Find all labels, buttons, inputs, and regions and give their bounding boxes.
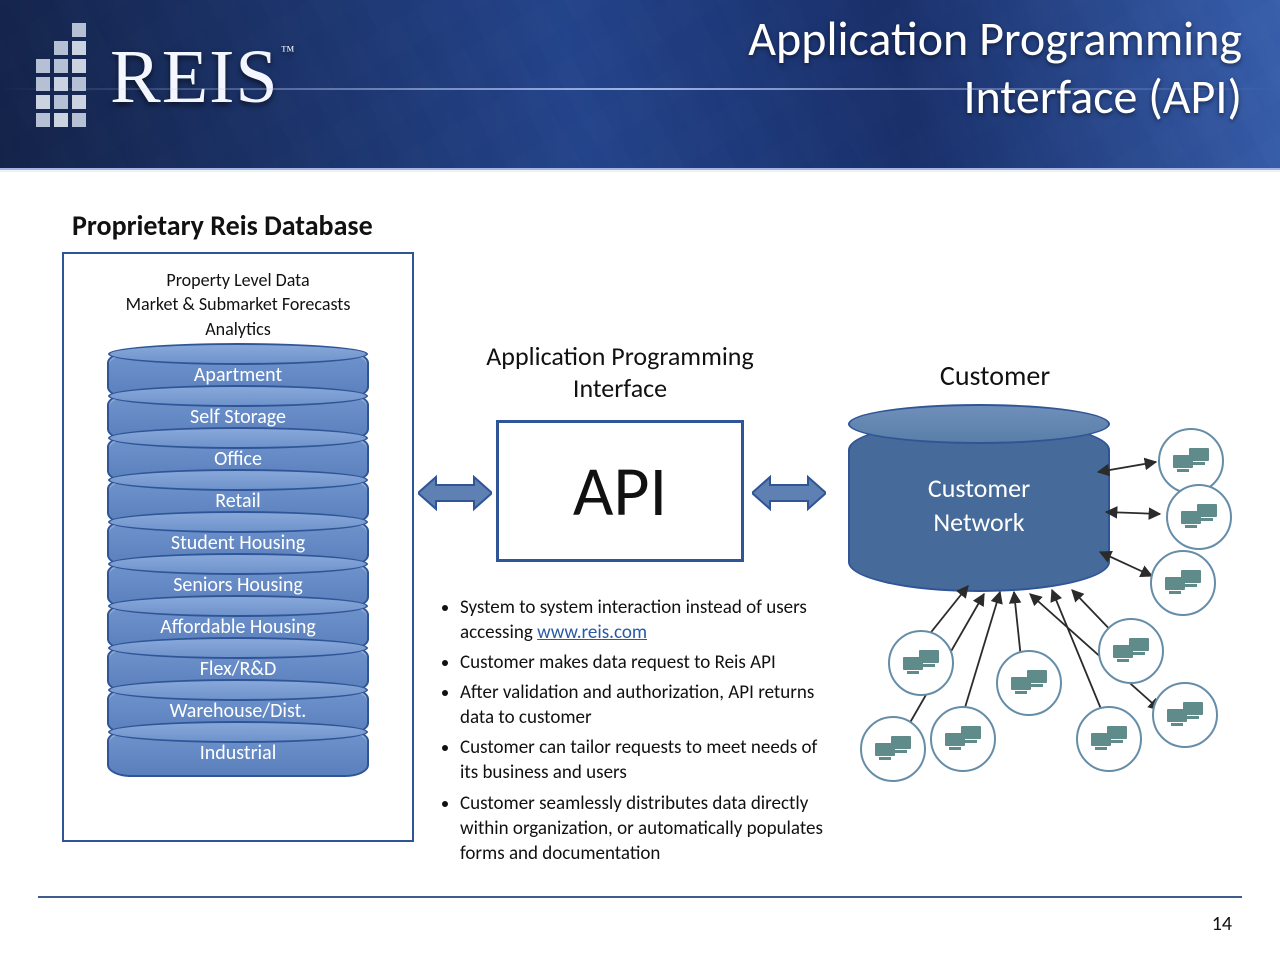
client-node-icon bbox=[888, 630, 954, 696]
page-number: 14 bbox=[1212, 912, 1232, 936]
brand-mark-icon bbox=[30, 23, 100, 143]
slide-title: Application Programming Interface (API) bbox=[748, 10, 1242, 125]
brand-logo: REIS™ bbox=[30, 18, 330, 148]
footer-rule bbox=[38, 896, 1242, 898]
client-node-icon bbox=[860, 716, 926, 782]
client-node-icon bbox=[1152, 682, 1218, 748]
slide-header: REIS™ Application Programming Interface … bbox=[0, 0, 1280, 170]
client-node-icon bbox=[1166, 484, 1232, 550]
client-node-icon bbox=[996, 650, 1062, 716]
client-node-icon bbox=[930, 706, 996, 772]
client-node-icon bbox=[1150, 550, 1216, 616]
brand-wordmark: REIS™ bbox=[110, 34, 293, 121]
client-node-icon bbox=[1076, 706, 1142, 772]
node-arrows bbox=[0, 170, 1280, 960]
slide-body: Proprietary Reis Database Property Level… bbox=[0, 170, 1280, 960]
client-node-icon bbox=[1098, 618, 1164, 684]
